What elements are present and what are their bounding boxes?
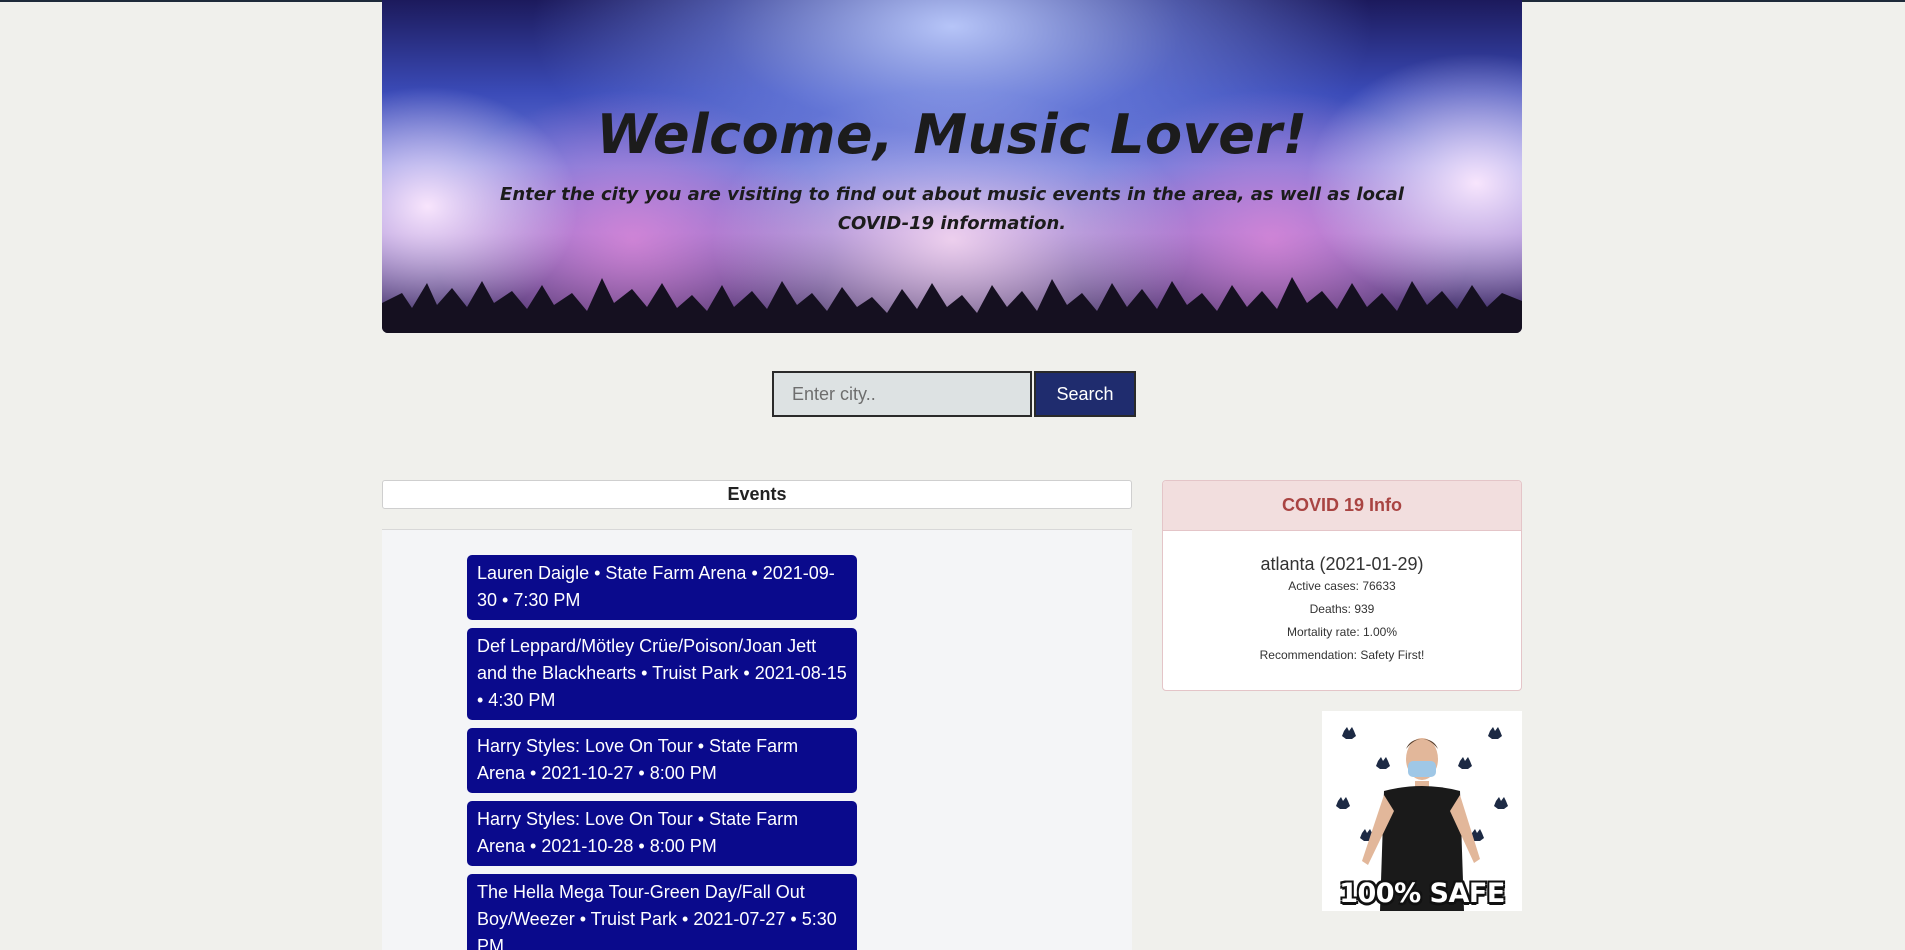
event-item[interactable]: Def Leppard/Mötley Crüe/Poison/Joan Jett… <box>467 628 857 720</box>
event-item[interactable]: Harry Styles: Love On Tour • State Farm … <box>467 728 857 793</box>
page-title: Welcome, Music Lover! <box>596 103 1308 166</box>
covid-city-date: atlanta (2021-01-29) <box>1260 554 1424 574</box>
covid-mortality-rate: Mortality rate: 1.00% <box>1286 625 1398 639</box>
page-subtitle: Enter the city you are visiting to find … <box>500 184 1404 234</box>
city-search-input[interactable] <box>772 371 1032 417</box>
page: Welcome, Music Lover! Enter the city you… <box>0 0 1905 950</box>
covid-deaths: Deaths: 939 <box>1309 602 1375 616</box>
safety-gif-image: 100% SAFE <box>1322 711 1522 911</box>
covid-active-cases: Active cases: 76633 <box>1288 579 1396 593</box>
event-list: Lauren Daigle • State Farm Arena • 2021-… <box>467 555 857 950</box>
safety-gif-label: 100% SAFE <box>1339 878 1505 909</box>
concert-crowd-silhouette <box>382 277 1522 333</box>
hero-banner: Welcome, Music Lover! Enter the city you… <box>382 0 1522 333</box>
event-item[interactable]: The Hella Mega Tour-Green Day/Fall Out B… <box>467 874 857 950</box>
covid-recommendation: Recommendation: Safety First! <box>1259 648 1425 662</box>
events-header: Events <box>382 480 1132 509</box>
event-item[interactable]: Harry Styles: Love On Tour • State Farm … <box>467 801 857 866</box>
search-button[interactable]: Search <box>1034 371 1136 417</box>
covid-info-header: COVID 19 Info <box>1163 481 1521 531</box>
event-item[interactable]: Lauren Daigle • State Farm Arena • 2021-… <box>467 555 857 620</box>
covid-info-card: COVID 19 Info atlanta (2021-01-29) Activ… <box>1162 480 1522 691</box>
